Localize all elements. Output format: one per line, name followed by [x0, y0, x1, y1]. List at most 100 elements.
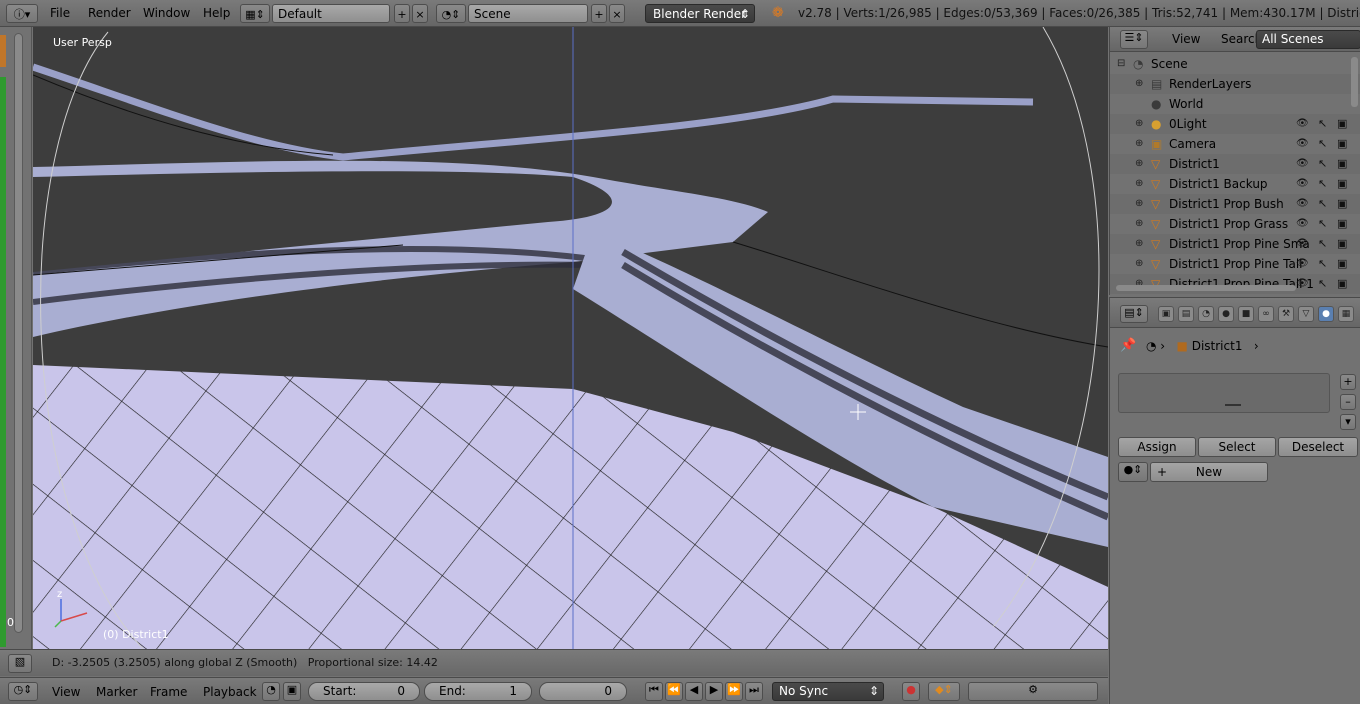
material-browse-icon[interactable]: ●⇕: [1118, 462, 1148, 482]
timeline-menu-frame[interactable]: Frame: [150, 685, 187, 699]
outliner-item[interactable]: ⊕ ▤ RenderLayers: [1110, 74, 1360, 94]
renderable-camera-icon[interactable]: ▣: [1337, 114, 1347, 134]
outliner-menu-view[interactable]: View: [1172, 32, 1200, 46]
outliner-item[interactable]: ⊕ ▽ District1 Prop Bush 👁 ↖ ▣: [1110, 194, 1360, 214]
visibility-eye-icon[interactable]: 👁: [1296, 234, 1309, 254]
3d-viewport[interactable]: z User Persp (0) District1: [33, 27, 1108, 649]
selectable-cursor-icon[interactable]: ↖: [1318, 114, 1327, 134]
editor-type-timeline-icon[interactable]: ◷⇕: [8, 682, 38, 701]
outliner-item[interactable]: ⊕ ▽ District1 Prop Pine Sma 👁 ↖ ▣: [1110, 234, 1360, 254]
scene-tab-icon[interactable]: ◔: [1198, 306, 1214, 322]
slot-specials-icon[interactable]: ▾: [1340, 414, 1356, 430]
expand-toggle-icon[interactable]: ⊟: [1117, 54, 1125, 74]
preview-range-icon[interactable]: ◔: [262, 682, 280, 701]
remove-slot-icon[interactable]: –: [1340, 394, 1356, 410]
renderable-camera-icon[interactable]: ▣: [1337, 154, 1347, 174]
outliner-item[interactable]: ⊕ ▽ District1 👁 ↖ ▣: [1110, 154, 1360, 174]
constraints-tab-icon[interactable]: ∞: [1258, 306, 1274, 322]
selectable-cursor-icon[interactable]: ↖: [1318, 214, 1327, 234]
renderable-camera-icon[interactable]: ▣: [1337, 194, 1347, 214]
render-tab-icon[interactable]: ▣: [1158, 306, 1174, 322]
timeline-menu-playback[interactable]: Playback: [203, 685, 257, 699]
lock-icon[interactable]: ▣: [283, 682, 301, 701]
menu-help[interactable]: Help: [203, 4, 230, 23]
expand-toggle-icon[interactable]: ⊕: [1135, 234, 1143, 254]
visibility-eye-icon[interactable]: 👁: [1296, 214, 1309, 234]
object-tab-icon[interactable]: ■: [1238, 306, 1254, 322]
assign-button[interactable]: Assign: [1118, 437, 1196, 457]
outliner-item[interactable]: ⊟ ◔ Scene: [1110, 54, 1360, 74]
play-reverse-icon[interactable]: ◀: [685, 682, 703, 701]
left-scrollbar[interactable]: [14, 33, 23, 633]
expand-toggle-icon[interactable]: ⊕: [1135, 214, 1143, 234]
selectable-cursor-icon[interactable]: ↖: [1318, 254, 1327, 274]
outliner-item[interactable]: ⊕ ▽ District1 Prop Grass 👁 ↖ ▣: [1110, 214, 1360, 234]
sync-dropdown[interactable]: No Sync ⇕: [772, 682, 884, 701]
scene-field[interactable]: Scene: [468, 4, 588, 23]
outliner-hscrollbar[interactable]: [1116, 285, 1296, 291]
remove-scene-icon[interactable]: ×: [609, 4, 625, 23]
expand-toggle-icon[interactable]: ⊕: [1135, 134, 1143, 154]
outliner-item[interactable]: ⊕ ▽ District1 Prop Pine Tall 1 👁 ↖ ▣: [1110, 274, 1360, 294]
deselect-button[interactable]: Deselect: [1278, 437, 1358, 457]
render-engine-dropdown[interactable]: Blender Render ⇕: [645, 4, 755, 23]
renderable-camera-icon[interactable]: ▣: [1337, 274, 1347, 294]
outliner-item[interactable]: ⊕ ▣ Camera 👁 ↖ ▣: [1110, 134, 1360, 154]
add-scene-icon[interactable]: +: [591, 4, 607, 23]
shelf-tab-orange[interactable]: [0, 35, 6, 67]
timeline-menu-view[interactable]: View: [52, 685, 80, 699]
new-material-button[interactable]: + New: [1150, 462, 1268, 482]
data-tab-icon[interactable]: ▽: [1298, 306, 1314, 322]
renderable-camera-icon[interactable]: ▣: [1337, 254, 1347, 274]
expand-toggle-icon[interactable]: ⊕: [1135, 274, 1143, 294]
expand-toggle-icon[interactable]: ⊕: [1135, 114, 1143, 134]
modifiers-tab-icon[interactable]: ⚒: [1278, 306, 1294, 322]
renderlayers-tab-icon[interactable]: ▤: [1178, 306, 1194, 322]
editor-type-3d-icon[interactable]: ▧: [8, 654, 32, 673]
jump-start-icon[interactable]: ⏮: [645, 682, 663, 701]
renderable-camera-icon[interactable]: ▣: [1337, 134, 1347, 154]
texture-tab-icon[interactable]: ▦: [1338, 306, 1354, 322]
selectable-cursor-icon[interactable]: ↖: [1318, 194, 1327, 214]
renderable-camera-icon[interactable]: ▣: [1337, 174, 1347, 194]
selectable-cursor-icon[interactable]: ↖: [1318, 154, 1327, 174]
renderable-camera-icon[interactable]: ▣: [1337, 234, 1347, 254]
visibility-eye-icon[interactable]: 👁: [1296, 194, 1309, 214]
visibility-eye-icon[interactable]: 👁: [1296, 134, 1309, 154]
expand-toggle-icon[interactable]: ⊕: [1135, 74, 1143, 94]
end-frame-field[interactable]: End: 1: [424, 682, 532, 701]
renderable-camera-icon[interactable]: ▣: [1337, 214, 1347, 234]
outliner-item[interactable]: ⊕ ▽ District1 Prop Pine Tall 👁 ↖ ▣: [1110, 254, 1360, 274]
selectable-cursor-icon[interactable]: ↖: [1318, 274, 1327, 294]
visibility-eye-icon[interactable]: 👁: [1296, 114, 1309, 134]
select-button[interactable]: Select: [1198, 437, 1276, 457]
outliner-filter-dropdown[interactable]: All Scenes: [1256, 30, 1360, 49]
layout-icon[interactable]: ▦⇕: [240, 4, 270, 23]
outliner-item[interactable]: ● World: [1110, 94, 1360, 114]
remove-layout-icon[interactable]: ×: [412, 4, 428, 23]
record-icon[interactable]: ●: [902, 682, 920, 701]
material-slot-list[interactable]: [1118, 373, 1330, 413]
add-layout-icon[interactable]: +: [394, 4, 410, 23]
material-tab-icon[interactable]: ●: [1318, 306, 1334, 322]
list-resize-handle[interactable]: [1225, 404, 1241, 406]
expand-toggle-icon[interactable]: ⊕: [1135, 154, 1143, 174]
editor-type-info-icon[interactable]: ⓘ▾: [6, 4, 38, 23]
editor-type-outliner-icon[interactable]: ☰⇕: [1120, 30, 1148, 49]
shelf-tab-green[interactable]: [0, 77, 6, 647]
timeline-menu-marker[interactable]: Marker: [96, 685, 137, 699]
visibility-eye-icon[interactable]: 👁: [1296, 174, 1309, 194]
jump-end-icon[interactable]: ⏭: [745, 682, 763, 701]
keying-set-icon[interactable]: ◆⇕: [928, 682, 960, 701]
screen-layout-field[interactable]: Default: [272, 4, 390, 23]
selectable-cursor-icon[interactable]: ↖: [1318, 134, 1327, 154]
menu-render[interactable]: Render: [88, 4, 131, 23]
selectable-cursor-icon[interactable]: ↖: [1318, 174, 1327, 194]
selectable-cursor-icon[interactable]: ↖: [1318, 234, 1327, 254]
visibility-eye-icon[interactable]: 👁: [1296, 254, 1309, 274]
expand-toggle-icon[interactable]: ⊕: [1135, 174, 1143, 194]
outliner-item[interactable]: ⊕ ▽ District1 Backup 👁 ↖ ▣: [1110, 174, 1360, 194]
start-frame-field[interactable]: Start: 0: [308, 682, 420, 701]
current-frame-field[interactable]: 0: [539, 682, 627, 701]
scene-selector-icon[interactable]: ◔⇕: [436, 4, 466, 23]
